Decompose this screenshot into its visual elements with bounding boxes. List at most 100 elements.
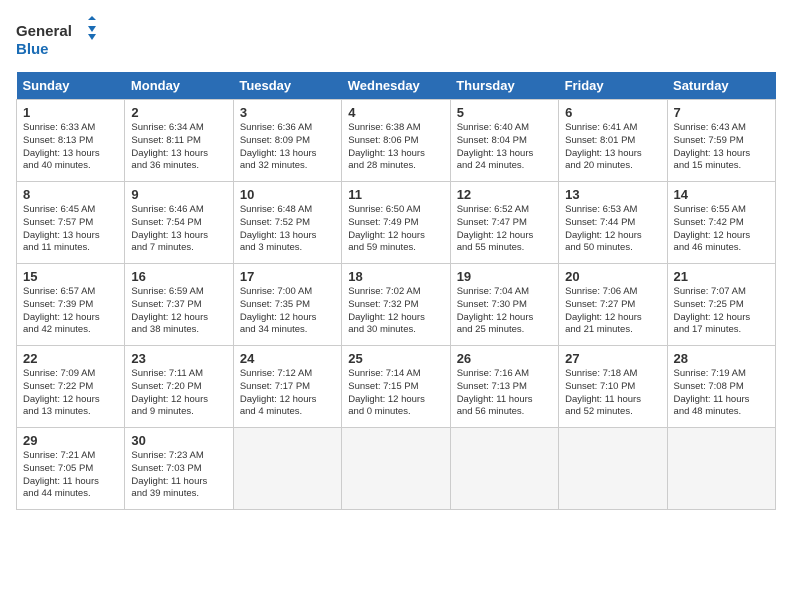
day-number: 12 — [457, 187, 552, 202]
day-info: Sunrise: 7:00 AM Sunset: 7:35 PM Dayligh… — [240, 286, 335, 337]
day-number: 18 — [348, 269, 443, 284]
day-info: Sunrise: 7:16 AM Sunset: 7:13 PM Dayligh… — [457, 368, 552, 419]
calendar-cell: 10 Sunrise: 6:48 AM Sunset: 7:52 PM Dayli… — [233, 182, 341, 264]
day-info: Sunrise: 7:07 AM Sunset: 7:25 PM Dayligh… — [674, 286, 769, 337]
weekday-header-tuesday: Tuesday — [233, 72, 341, 100]
day-info: Sunrise: 7:02 AM Sunset: 7:32 PM Dayligh… — [348, 286, 443, 337]
calendar-week-4: 22 Sunrise: 7:09 AM Sunset: 7:22 PM Dayli… — [17, 346, 776, 428]
day-number: 1 — [23, 105, 118, 120]
calendar-cell: 14 Sunrise: 6:55 AM Sunset: 7:42 PM Dayli… — [667, 182, 775, 264]
day-info: Sunrise: 6:36 AM Sunset: 8:09 PM Dayligh… — [240, 122, 335, 173]
calendar-week-3: 15 Sunrise: 6:57 AM Sunset: 7:39 PM Dayli… — [17, 264, 776, 346]
calendar-cell: 21 Sunrise: 7:07 AM Sunset: 7:25 PM Dayli… — [667, 264, 775, 346]
weekday-header-friday: Friday — [559, 72, 667, 100]
day-number: 7 — [674, 105, 769, 120]
day-info: Sunrise: 6:45 AM Sunset: 7:57 PM Dayligh… — [23, 204, 118, 255]
day-number: 16 — [131, 269, 226, 284]
weekday-header-wednesday: Wednesday — [342, 72, 450, 100]
day-info: Sunrise: 7:23 AM Sunset: 7:03 PM Dayligh… — [131, 450, 226, 501]
day-info: Sunrise: 7:06 AM Sunset: 7:27 PM Dayligh… — [565, 286, 660, 337]
day-number: 29 — [23, 433, 118, 448]
calendar-cell: 16Sunrise: 6:59 AM Sunset: 7:37 PM Dayli… — [125, 264, 233, 346]
day-info: Sunrise: 6:48 AM Sunset: 7:52 PM Dayligh… — [240, 204, 335, 255]
day-number: 20 — [565, 269, 660, 284]
weekday-header-thursday: Thursday — [450, 72, 558, 100]
day-number: 10 — [240, 187, 335, 202]
page-header: General Blue — [16, 16, 776, 60]
calendar-cell: 15 Sunrise: 6:57 AM Sunset: 7:39 PM Dayli… — [17, 264, 125, 346]
day-number: 9 — [131, 187, 226, 202]
day-info: Sunrise: 6:40 AM Sunset: 8:04 PM Dayligh… — [457, 122, 552, 173]
calendar-cell: 28 Sunrise: 7:19 AM Sunset: 7:08 PM Dayli… — [667, 346, 775, 428]
calendar-cell — [667, 428, 775, 510]
day-info: Sunrise: 6:41 AM Sunset: 8:01 PM Dayligh… — [565, 122, 660, 173]
day-info: Sunrise: 6:33 AM Sunset: 8:13 PM Dayligh… — [23, 122, 118, 173]
day-info: Sunrise: 7:09 AM Sunset: 7:22 PM Dayligh… — [23, 368, 118, 419]
day-number: 5 — [457, 105, 552, 120]
calendar-cell: 1 Sunrise: 6:33 AM Sunset: 8:13 PM Daylig… — [17, 100, 125, 182]
calendar-cell: 8 Sunrise: 6:45 AM Sunset: 7:57 PM Daylig… — [17, 182, 125, 264]
day-number: 3 — [240, 105, 335, 120]
day-number: 17 — [240, 269, 335, 284]
day-number: 28 — [674, 351, 769, 366]
weekday-header-row: SundayMondayTuesdayWednesdayThursdayFrid… — [17, 72, 776, 100]
day-number: 8 — [23, 187, 118, 202]
day-info: Sunrise: 6:55 AM Sunset: 7:42 PM Dayligh… — [674, 204, 769, 255]
day-info: Sunrise: 6:46 AM Sunset: 7:54 PM Dayligh… — [131, 204, 226, 255]
calendar-cell — [233, 428, 341, 510]
calendar-cell: 23 Sunrise: 7:11 AM Sunset: 7:20 PM Dayli… — [125, 346, 233, 428]
logo-svg: General Blue — [16, 16, 96, 60]
calendar-cell: 18 Sunrise: 7:02 AM Sunset: 7:32 PM Dayli… — [342, 264, 450, 346]
calendar-cell: 2Sunrise: 6:34 AM Sunset: 8:11 PM Daylig… — [125, 100, 233, 182]
day-number: 21 — [674, 269, 769, 284]
calendar-cell: 27Sunrise: 7:18 AM Sunset: 7:10 PM Dayli… — [559, 346, 667, 428]
svg-text:Blue: Blue — [16, 41, 49, 58]
calendar-cell: 9 Sunrise: 6:46 AM Sunset: 7:54 PM Daylig… — [125, 182, 233, 264]
day-number: 22 — [23, 351, 118, 366]
calendar-cell: 7 Sunrise: 6:43 AM Sunset: 7:59 PM Daylig… — [667, 100, 775, 182]
calendar-cell: 20 Sunrise: 7:06 AM Sunset: 7:27 PM Dayli… — [559, 264, 667, 346]
day-number: 4 — [348, 105, 443, 120]
calendar-cell: 12 Sunrise: 6:52 AM Sunset: 7:47 PM Dayli… — [450, 182, 558, 264]
day-info: Sunrise: 6:57 AM Sunset: 7:39 PM Dayligh… — [23, 286, 118, 337]
calendar-week-1: 1 Sunrise: 6:33 AM Sunset: 8:13 PM Daylig… — [17, 100, 776, 182]
day-number: 26 — [457, 351, 552, 366]
calendar-cell — [559, 428, 667, 510]
day-number: 27 — [565, 351, 660, 366]
weekday-header-saturday: Saturday — [667, 72, 775, 100]
svg-text:General: General — [16, 23, 72, 40]
day-number: 24 — [240, 351, 335, 366]
calendar-cell: 22 Sunrise: 7:09 AM Sunset: 7:22 PM Dayli… — [17, 346, 125, 428]
day-number: 14 — [674, 187, 769, 202]
calendar-cell: 26 Sunrise: 7:16 AM Sunset: 7:13 PM Dayli… — [450, 346, 558, 428]
calendar-cell: 25 Sunrise: 7:14 AM Sunset: 7:15 PM Dayli… — [342, 346, 450, 428]
day-number: 25 — [348, 351, 443, 366]
day-info: Sunrise: 6:43 AM Sunset: 7:59 PM Dayligh… — [674, 122, 769, 173]
day-info: Sunrise: 7:14 AM Sunset: 7:15 PM Dayligh… — [348, 368, 443, 419]
calendar-cell: 3 Sunrise: 6:36 AM Sunset: 8:09 PM Daylig… — [233, 100, 341, 182]
calendar-table: SundayMondayTuesdayWednesdayThursdayFrid… — [16, 72, 776, 510]
day-info: Sunrise: 7:19 AM Sunset: 7:08 PM Dayligh… — [674, 368, 769, 419]
day-info: Sunrise: 7:21 AM Sunset: 7:05 PM Dayligh… — [23, 450, 118, 501]
day-number: 13 — [565, 187, 660, 202]
calendar-cell: 5 Sunrise: 6:40 AM Sunset: 8:04 PM Daylig… — [450, 100, 558, 182]
calendar-cell — [450, 428, 558, 510]
calendar-cell: 19 Sunrise: 7:04 AM Sunset: 7:30 PM Dayli… — [450, 264, 558, 346]
day-number: 6 — [565, 105, 660, 120]
day-info: Sunrise: 7:04 AM Sunset: 7:30 PM Dayligh… — [457, 286, 552, 337]
day-info: Sunrise: 7:11 AM Sunset: 7:20 PM Dayligh… — [131, 368, 226, 419]
calendar-cell: 24Sunrise: 7:12 AM Sunset: 7:17 PM Dayli… — [233, 346, 341, 428]
calendar-cell: 13 Sunrise: 6:53 AM Sunset: 7:44 PM Dayli… — [559, 182, 667, 264]
day-number: 15 — [23, 269, 118, 284]
calendar-cell: 29 Sunrise: 7:21 AM Sunset: 7:05 PM Dayli… — [17, 428, 125, 510]
day-info: Sunrise: 6:53 AM Sunset: 7:44 PM Dayligh… — [565, 204, 660, 255]
day-number: 23 — [131, 351, 226, 366]
weekday-header-monday: Monday — [125, 72, 233, 100]
day-info: Sunrise: 6:52 AM Sunset: 7:47 PM Dayligh… — [457, 204, 552, 255]
day-number: 30 — [131, 433, 226, 448]
calendar-cell: 30 Sunrise: 7:23 AM Sunset: 7:03 PM Dayli… — [125, 428, 233, 510]
day-number: 19 — [457, 269, 552, 284]
calendar-cell: 6 Sunrise: 6:41 AM Sunset: 8:01 PM Daylig… — [559, 100, 667, 182]
day-number: 2 — [131, 105, 226, 120]
calendar-cell: 17 Sunrise: 7:00 AM Sunset: 7:35 PM Dayli… — [233, 264, 341, 346]
